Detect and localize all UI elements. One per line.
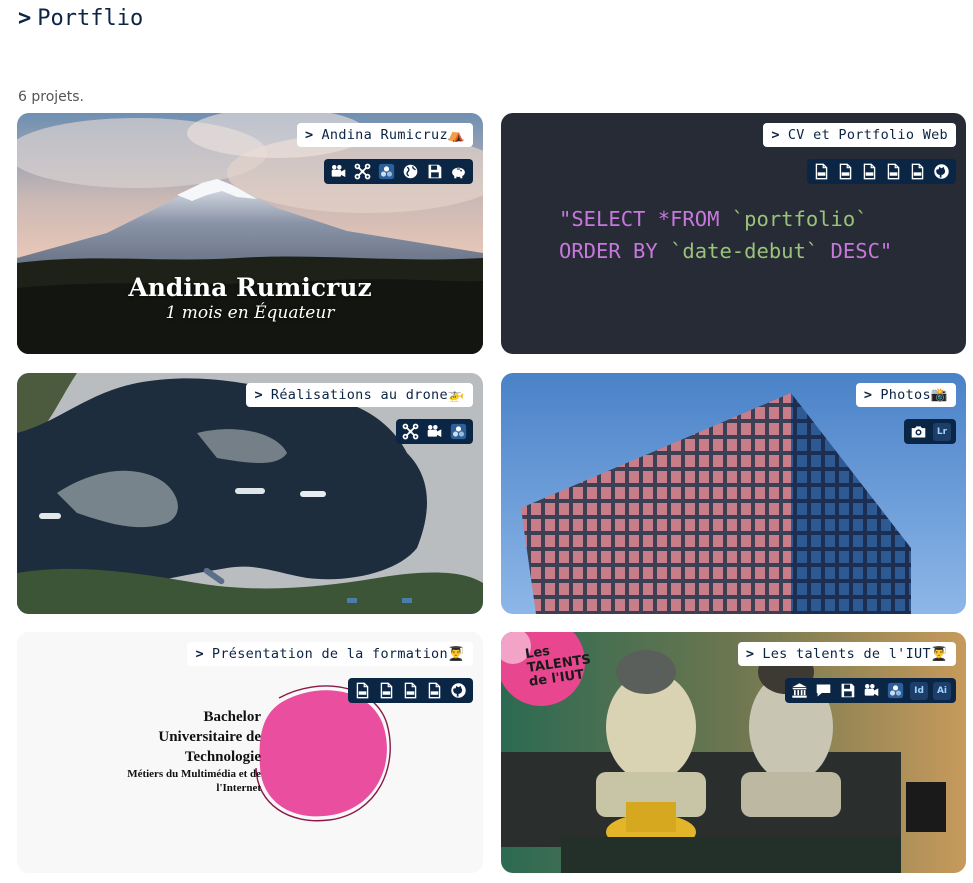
project-card-andina-rumicruz[interactable]: Andina Rumicruz 1 mois en Équateur > Andi… [17, 113, 483, 354]
project-card-talents-iut[interactable]: Les TALENTS de l'IUT > Les talents de l'I… [501, 632, 966, 873]
tech-icons [324, 159, 473, 184]
js-file-icon [908, 162, 927, 181]
tech-icons [396, 419, 473, 444]
video-camera-icon [425, 422, 444, 441]
building-photo-image [501, 373, 966, 614]
save-icon [838, 681, 857, 700]
piggy-bank-icon [449, 162, 468, 181]
project-title-label[interactable]: > CV et Portfolio Web [763, 123, 956, 147]
page-title: > Portflio [18, 6, 143, 31]
illustrator-icon: Ai [933, 681, 951, 700]
project-card-cv-portfolio[interactable]: "SELECT *FROM `portfolio` ORDER BY `date… [501, 113, 966, 354]
formation-title-text: Bachelor Universitaire de Technologie Mé… [127, 709, 261, 794]
sql-file-icon [425, 681, 444, 700]
project-count: 6 projets. [18, 89, 84, 105]
indesign-icon: Id [910, 681, 928, 700]
github-icon [932, 162, 951, 181]
css-file-icon [377, 681, 396, 700]
css-file-icon [836, 162, 855, 181]
chat-icon [814, 681, 833, 700]
tech-icons: Id Ai [785, 678, 956, 703]
html-file-icon [812, 162, 831, 181]
save-icon [425, 162, 444, 181]
project-title-label[interactable]: > Présentation de la formation👨‍🎓 [187, 642, 473, 666]
drone-icon [401, 422, 420, 441]
video-camera-icon [329, 162, 348, 181]
hero-title: Andina Rumicruz [128, 273, 372, 302]
davinci-resolve-icon [449, 422, 468, 441]
project-card-formation[interactable]: Bachelor Universitaire de Technologie Mé… [17, 632, 483, 873]
project-title-label[interactable]: > Les talents de l'IUT👨‍🎓 [737, 642, 956, 666]
page-title-text: Portflio [37, 6, 144, 31]
html-file-icon [353, 681, 372, 700]
drone-icon [353, 162, 372, 181]
globe-icon [401, 162, 420, 181]
chevron-icon: > [18, 6, 32, 31]
camera-icon [909, 422, 928, 441]
project-card-drone[interactable]: > Réalisations au drone🚁 [17, 373, 483, 614]
davinci-resolve-icon [377, 162, 396, 181]
video-camera-icon [862, 681, 881, 700]
github-icon [449, 681, 468, 700]
tech-icons [348, 678, 473, 703]
hero-subtitle: 1 mois en Équateur [165, 303, 335, 323]
sql-file-icon [884, 162, 903, 181]
aerial-lake-image [17, 373, 483, 614]
project-title-label[interactable]: > Photos📸 [855, 383, 956, 407]
project-card-photos[interactable]: > Photos📸 Lr [501, 373, 966, 614]
php-file-icon [860, 162, 879, 181]
php-file-icon [401, 681, 420, 700]
talents-logo: Les TALENTS de l'IUT [524, 643, 592, 690]
davinci-resolve-icon [886, 681, 905, 700]
tech-icons [807, 159, 956, 184]
museum-icon [790, 681, 809, 700]
project-title-label[interactable]: > Réalisations au drone🚁 [246, 383, 473, 407]
lightroom-icon: Lr [933, 422, 951, 441]
sql-code-snippet: "SELECT *FROM `portfolio` ORDER BY `date… [559, 207, 893, 263]
tech-icons: Lr [904, 419, 956, 444]
project-title-label[interactable]: > Andina Rumicruz⛺ [297, 123, 473, 147]
